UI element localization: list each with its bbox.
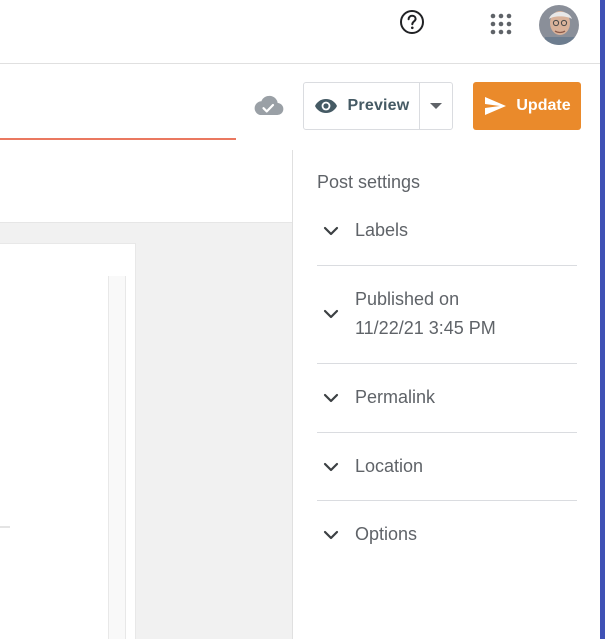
- setting-location[interactable]: Location: [317, 452, 577, 481]
- post-settings-title: Post settings: [317, 172, 421, 192]
- window-edge: [600, 0, 605, 639]
- preview-button[interactable]: Preview: [304, 83, 420, 129]
- preview-label: Preview: [347, 97, 410, 114]
- preview-button-group: Preview: [303, 82, 453, 130]
- editor-content-panel[interactable]: [0, 243, 136, 639]
- published-on-text: Published on 11/22/21 3:45 PM: [343, 285, 496, 343]
- top-bar: [0, 0, 600, 64]
- update-label: Update: [516, 97, 571, 114]
- chevron-down-icon: [323, 530, 339, 539]
- cloud-check-icon: [254, 95, 284, 116]
- apps-grid-icon[interactable]: [490, 13, 512, 35]
- send-icon: [485, 97, 507, 115]
- setting-label: Labels: [355, 220, 409, 240]
- chevron-down-icon: [323, 393, 339, 402]
- settings-divider: [317, 363, 577, 364]
- chevron-down-icon: [323, 462, 339, 471]
- editor-divider: [0, 526, 10, 528]
- editor-area: [0, 222, 292, 639]
- help-icon[interactable]: [399, 9, 425, 35]
- published-date: 11/22/21 3:45 PM: [355, 318, 496, 338]
- chevron-down-icon: [323, 226, 339, 235]
- update-button[interactable]: Update: [473, 82, 581, 130]
- title-input-underline: [0, 138, 236, 140]
- eye-icon: [314, 99, 337, 113]
- setting-label: Permalink: [355, 387, 436, 407]
- avatar-photo: [539, 5, 579, 45]
- settings-divider: [317, 500, 577, 501]
- setting-published-on[interactable]: Published on 11/22/21 3:45 PM: [317, 285, 577, 343]
- preview-dropdown-button[interactable]: [420, 83, 452, 129]
- caret-down-icon: [430, 103, 442, 109]
- post-settings-panel: Post settings Labels Published on 11/22/…: [292, 150, 600, 639]
- setting-labels[interactable]: Labels: [317, 216, 577, 245]
- setting-label: Options: [355, 524, 418, 544]
- setting-options[interactable]: Options: [317, 520, 577, 549]
- avatar[interactable]: [539, 5, 579, 45]
- settings-divider: [317, 432, 577, 433]
- setting-label: Location: [355, 456, 424, 476]
- setting-permalink[interactable]: Permalink: [317, 383, 577, 412]
- settings-divider: [317, 265, 577, 266]
- setting-label: Published on: [355, 289, 460, 309]
- chevron-down-icon: [323, 309, 339, 319]
- editor-scroll-track[interactable]: [108, 276, 126, 639]
